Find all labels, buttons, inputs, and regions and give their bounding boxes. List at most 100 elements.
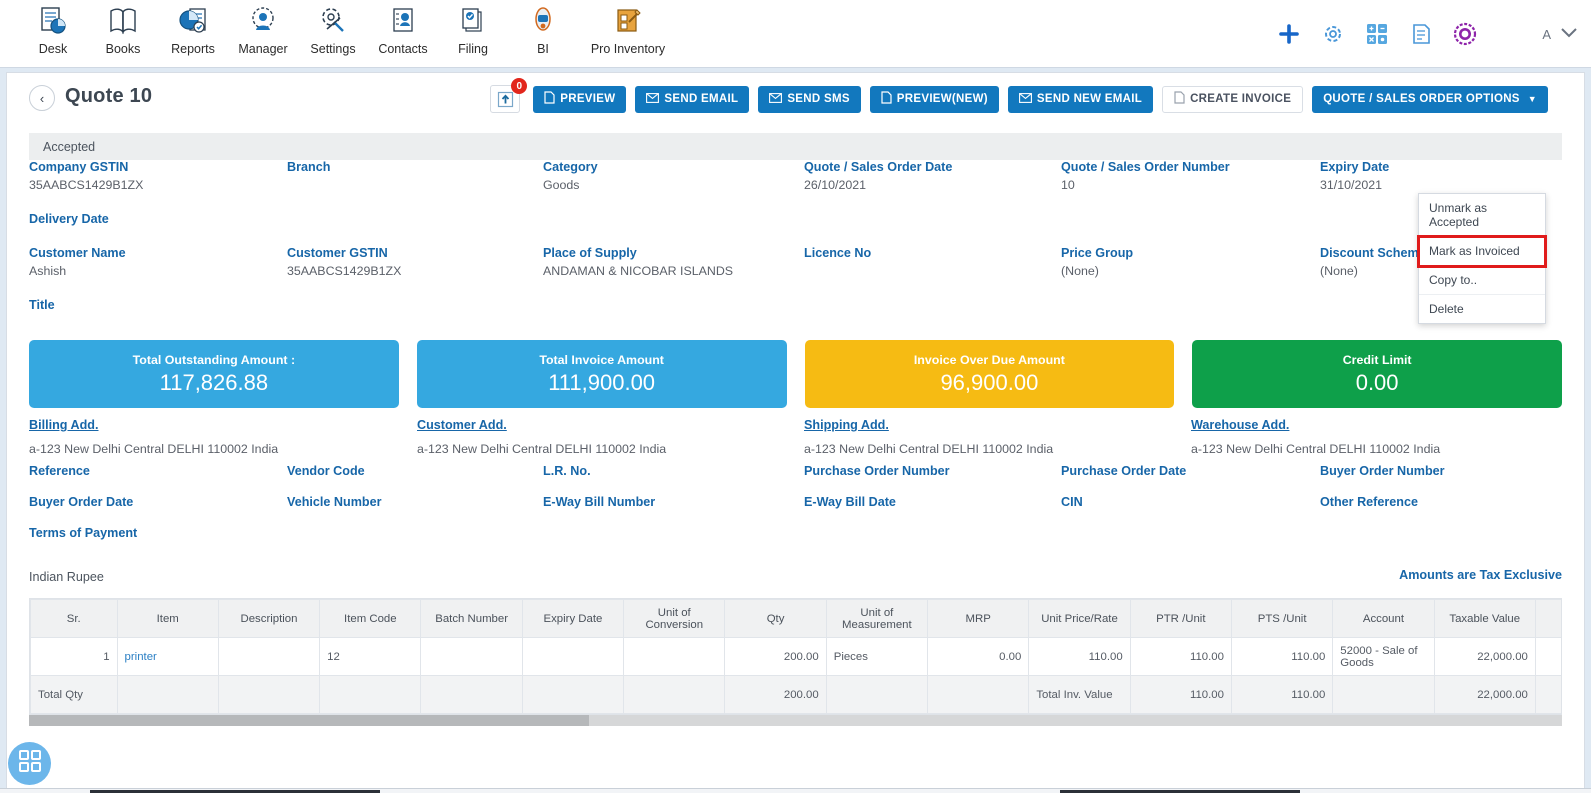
field-value: Goods [543, 178, 580, 192]
cell-item[interactable]: printer [116, 637, 219, 676]
footer-ptr-unit: 110.00 [1129, 675, 1232, 714]
filing-icon [458, 3, 488, 41]
address-row: Billing Add. a-123 New Delhi Central DEL… [29, 418, 1562, 464]
module-settings[interactable]: Settings [298, 0, 368, 56]
field-label: Purchase Order Date [1061, 464, 1187, 478]
gear-icon[interactable] [1320, 21, 1346, 47]
module-filing[interactable]: Filing [438, 0, 508, 56]
col-mrp[interactable]: MRP [927, 599, 1030, 638]
menu-item-copy-to[interactable]: Copy to.. [1419, 266, 1545, 295]
field-value: 35AABCS1429B1ZX [287, 264, 402, 278]
cell-unit-of-conversion [623, 637, 726, 676]
field-customer-name: Customer Name Ashish [29, 246, 126, 278]
button-label: QUOTE / SALES ORDER OPTIONS [1323, 93, 1520, 105]
envelope-icon [769, 92, 783, 106]
field-label: E-Way Bill Number [543, 495, 656, 509]
scrollbar-thumb[interactable] [29, 715, 589, 726]
table-row[interactable]: 1 printer 12 200.00 Pieces 0.00 110.00 1… [30, 637, 1561, 676]
create-invoice-button[interactable]: CREATE INVOICE [1162, 85, 1304, 113]
col-item-code[interactable]: Item Code [319, 599, 422, 638]
field-label: Place of Supply [543, 246, 637, 260]
quote-sales-order-options-button[interactable]: QUOTE / SALES ORDER OPTIONS ▼ [1312, 85, 1548, 113]
envelope-icon [1018, 92, 1032, 106]
col-description[interactable]: Description [217, 599, 321, 638]
col-sr[interactable]: Sr. [30, 599, 118, 638]
menu-item-mark-as-invoiced[interactable]: Mark as Invoiced [1417, 235, 1547, 268]
col-item[interactable]: Item [116, 599, 219, 638]
apps-launcher-button[interactable] [8, 742, 51, 785]
module-contacts[interactable]: Contacts [368, 0, 438, 56]
detail-fields: Company GSTIN 35AABCS1429B1ZX Branch Cat… [29, 160, 1562, 332]
field-row-2: Delivery Date [29, 212, 1562, 246]
preview-button[interactable]: PREVIEW [533, 85, 627, 113]
module-pro-inventory[interactable]: Pro Inventory [578, 0, 678, 56]
address-title-link[interactable]: Customer Add. [417, 418, 666, 432]
col-taxable-value[interactable]: Taxable Value [1433, 599, 1536, 638]
menu-item-delete[interactable]: Delete [1419, 295, 1545, 323]
field-label: Discount Scheme [1320, 246, 1426, 260]
attachment-upload[interactable]: 0 [490, 78, 528, 113]
field-vendor-code: Vendor Code [287, 464, 365, 478]
module-label: BI [537, 42, 549, 56]
field-value: 35AABCS1429B1ZX [29, 178, 144, 192]
footer-total-inv-value-label: Total Inv. Value [1028, 675, 1131, 714]
col-pts-unit[interactable]: PTS /Unit [1230, 599, 1334, 638]
address-title-link[interactable]: Billing Add. [29, 418, 278, 432]
send-sms-button[interactable]: SEND SMS [758, 85, 861, 113]
col-ptr-unit[interactable]: PTR /Unit [1129, 599, 1232, 638]
user-menu[interactable]: A [1542, 25, 1577, 43]
back-button[interactable]: ‹ [29, 85, 55, 111]
grid-apps-icon [18, 750, 41, 777]
col-unit-of-measurement[interactable]: Unit of Measurement [825, 599, 929, 638]
col-qty[interactable]: Qty [724, 599, 827, 638]
col-unit-price-rate[interactable]: Unit Price/Rate [1028, 599, 1131, 638]
manager-icon [248, 3, 278, 41]
field-eway-bill-date: E-Way Bill Date [804, 495, 896, 509]
card-value: 96,900.00 [940, 369, 1039, 395]
cell-expiry-date [521, 637, 625, 676]
plus-icon[interactable] [1276, 21, 1302, 47]
document-icon[interactable] [1408, 21, 1434, 47]
send-email-button[interactable]: SEND EMAIL [635, 85, 750, 113]
table-footer: Total Qty 200.00 Total Inv. Value 110.00… [30, 675, 1561, 714]
attachment-count-badge: 0 [511, 78, 528, 94]
top-module-bar: Desk Books Reports Manager Settings Cont… [0, 0, 1591, 68]
module-books[interactable]: Books [88, 0, 158, 56]
col-expiry-date[interactable]: Expiry Date [521, 599, 625, 638]
field-quote-sales-order-number: Quote / Sales Order Number 10 [1061, 160, 1230, 192]
col-batch-number[interactable]: Batch Number [420, 599, 523, 638]
address-title-link[interactable]: Shipping Add. [804, 418, 1053, 432]
field-label: Terms of Payment [29, 526, 138, 540]
module-reports[interactable]: Reports [158, 0, 228, 56]
field-label: Quote / Sales Order Number [1061, 160, 1230, 174]
calculator-icon[interactable] [1364, 21, 1390, 47]
tax-note: Amounts are Tax Exclusive [1399, 568, 1562, 582]
field-label: Category [543, 160, 598, 174]
field-label: Branch [287, 160, 331, 174]
footer-blank-account [1332, 675, 1435, 714]
footer-blank-expiry [521, 675, 625, 714]
top-right-toolbar: A [1276, 0, 1591, 68]
footer-total-qty-label: Total Qty [30, 675, 118, 714]
cell-sr: 1 [30, 637, 118, 676]
field-label: Expiry Date [1320, 160, 1390, 174]
module-bi[interactable]: BI [508, 0, 578, 56]
module-label: Desk [38, 42, 68, 56]
field-other-reference: Other Reference [1320, 495, 1418, 509]
table-horizontal-scrollbar[interactable] [29, 715, 1562, 726]
send-new-email-button[interactable]: SEND NEW EMAIL [1007, 85, 1154, 113]
col-gst-rate[interactable]: GST Rate [1534, 599, 1561, 638]
menu-item-unmark-as-accepted[interactable]: Unmark as Accepted [1419, 194, 1545, 237]
col-account[interactable]: Account [1332, 599, 1435, 638]
field-quote-sales-order-date: Quote / Sales Order Date 26/10/2021 [804, 160, 952, 192]
preview-new-button[interactable]: PREVIEW(NEW) [869, 85, 999, 113]
module-manager[interactable]: Manager [228, 0, 298, 56]
field-title: Title [29, 298, 55, 312]
col-unit-of-conversion[interactable]: Unit of Conversion [623, 599, 726, 638]
module-desk[interactable]: Desk [18, 0, 88, 56]
address-title-link[interactable]: Warehouse Add. [1191, 418, 1440, 432]
footer-blank-item-code [319, 675, 422, 714]
quote-detail-page: ‹ Quote 10 0 PREVIEW SEND EMAIL SEND SMS… [6, 72, 1585, 790]
header-actions: 0 PREVIEW SEND EMAIL SEND SMS PREVIEW(NE… [490, 78, 1548, 113]
seal-icon[interactable] [1452, 21, 1478, 47]
